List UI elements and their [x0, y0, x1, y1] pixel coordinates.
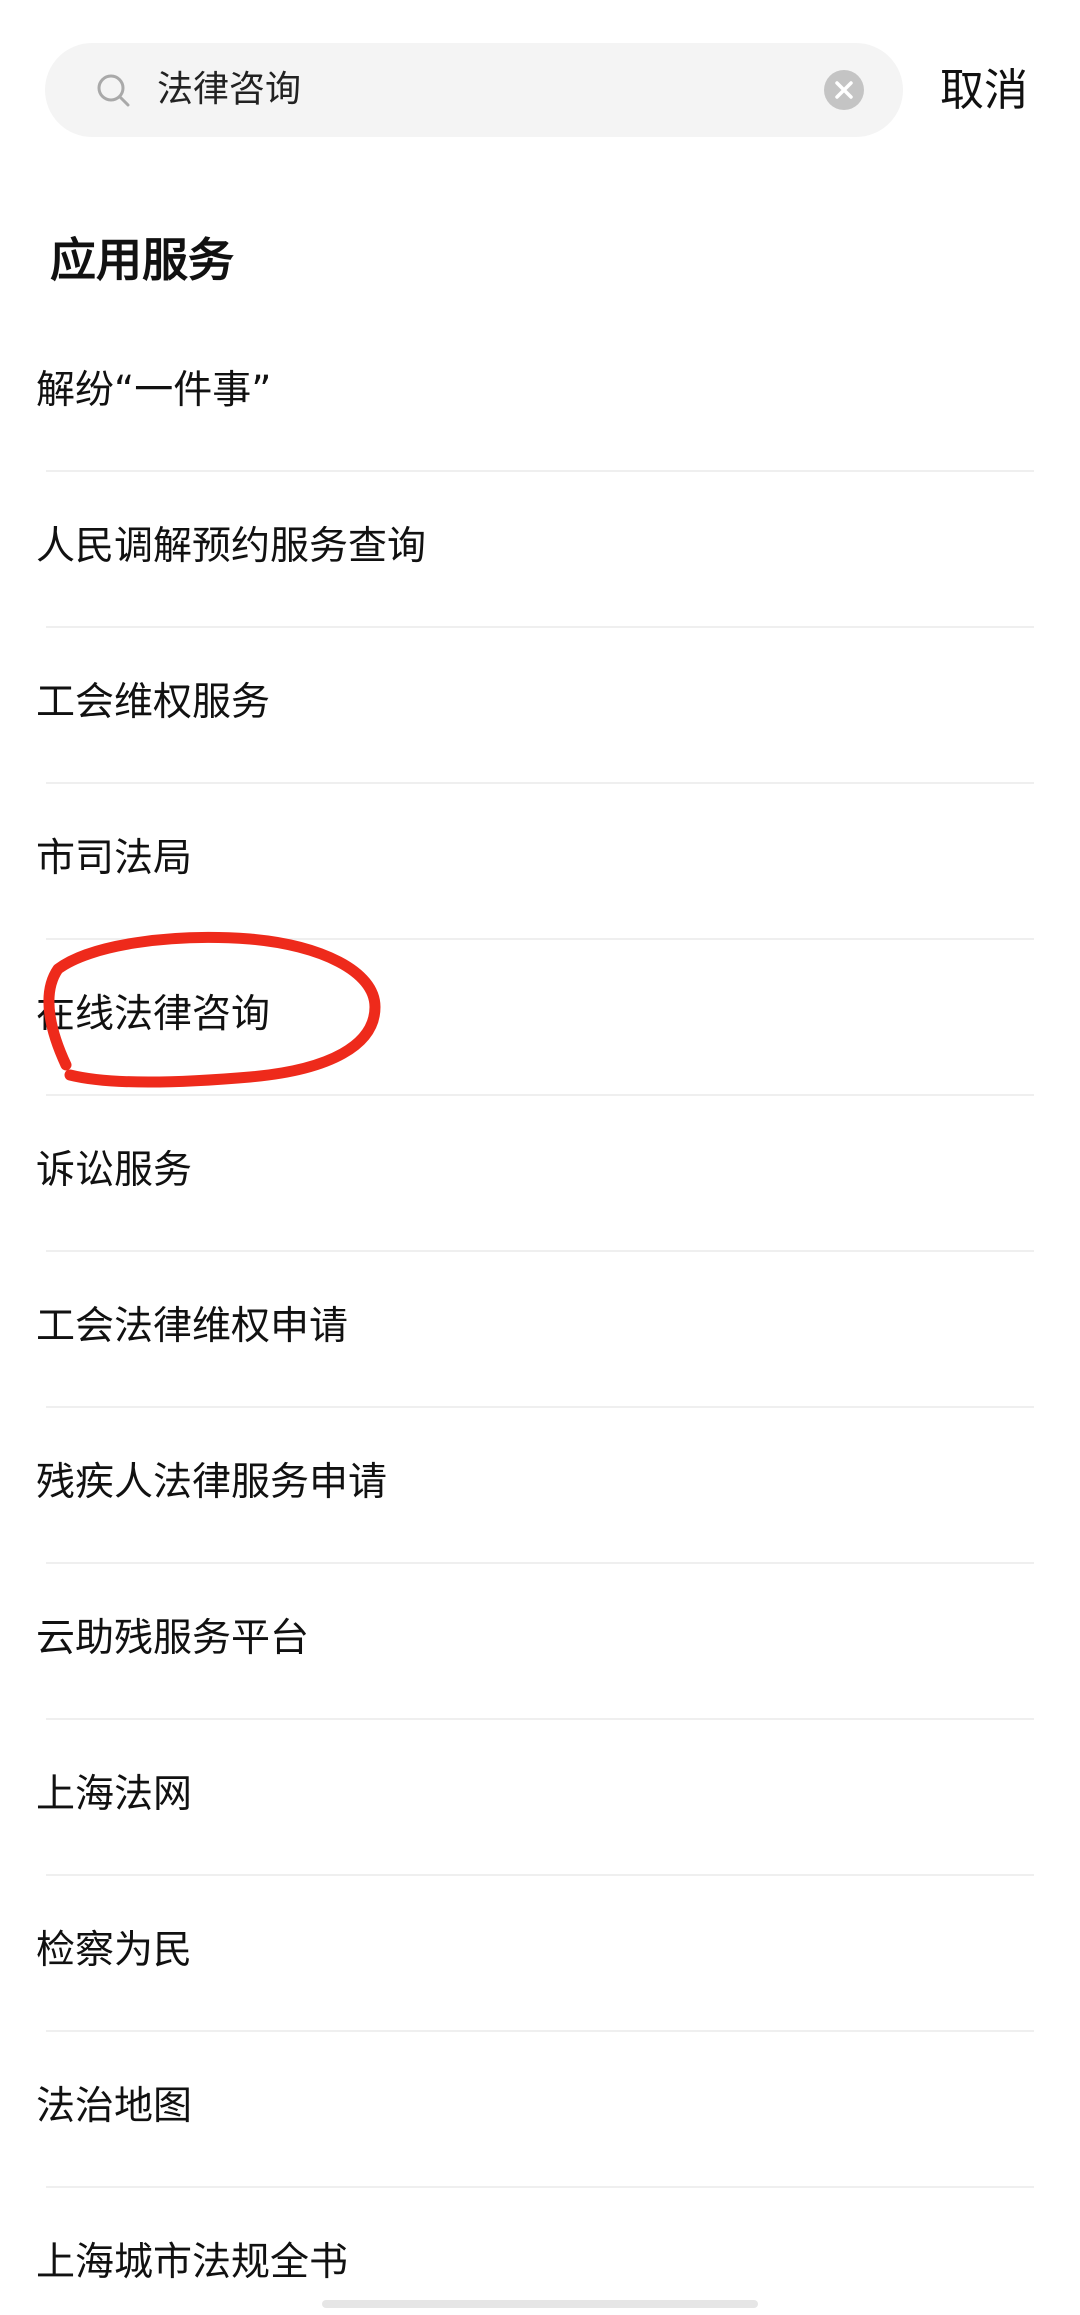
list-item[interactable]: 解纷“一件事” [0, 316, 1080, 472]
list-item[interactable]: 上海法网 [0, 1720, 1080, 1876]
list-item-label: 云助残服务平台 [36, 1616, 310, 1661]
clear-icon[interactable] [823, 69, 865, 111]
list-item[interactable]: 云助残服务平台 [0, 1564, 1080, 1720]
search-input[interactable] [157, 43, 797, 137]
list-item-label: 上海城市法规全书 [36, 2240, 349, 2285]
list-item[interactable]: 诉讼服务 [0, 1096, 1080, 1252]
search-header: 取消 [0, 0, 1080, 150]
list-item-label: 工会维权服务 [36, 680, 271, 725]
list-item[interactable]: 在线法律咨询 [0, 940, 1080, 1096]
list-item-label: 解纷“一件事” [36, 368, 272, 413]
list-item[interactable]: 检察为民 [0, 1876, 1080, 2032]
list-item-label: 工会法律维权申请 [36, 1304, 349, 1349]
cancel-button[interactable]: 取消 [940, 56, 1028, 126]
list-item-label: 上海法网 [36, 1772, 193, 1817]
list-item[interactable]: 法治地图 [0, 2032, 1080, 2188]
list-item-label: 人民调解预约服务查询 [36, 524, 427, 569]
results-list: 解纷“一件事” 人民调解预约服务查询 工会维权服务 市司法局 在线法律咨询 诉讼… [0, 316, 1080, 2315]
section-title: 应用服务 [50, 233, 234, 287]
list-item-label: 诉讼服务 [36, 1148, 193, 1193]
list-item[interactable]: 工会维权服务 [0, 628, 1080, 784]
search-results-page: 取消 应用服务 解纷“一件事” 人民调解预约服务查询 工会维权服务 市司法局 在… [0, 0, 1080, 2315]
list-item-label: 检察为民 [36, 1928, 193, 1973]
list-item[interactable]: 上海城市法规全书 [0, 2188, 1080, 2315]
search-box[interactable] [45, 43, 903, 137]
list-item-label: 法治地图 [36, 2084, 193, 2129]
home-indicator [322, 2300, 758, 2308]
list-item-label: 残疾人法律服务申请 [36, 1460, 388, 1505]
search-icon [97, 74, 130, 107]
list-item[interactable]: 市司法局 [0, 784, 1080, 940]
list-item[interactable]: 工会法律维权申请 [0, 1252, 1080, 1408]
list-item-label: 市司法局 [36, 836, 193, 881]
list-item-label: 在线法律咨询 [36, 992, 271, 1037]
list-item[interactable]: 残疾人法律服务申请 [0, 1408, 1080, 1564]
list-item[interactable]: 人民调解预约服务查询 [0, 472, 1080, 628]
